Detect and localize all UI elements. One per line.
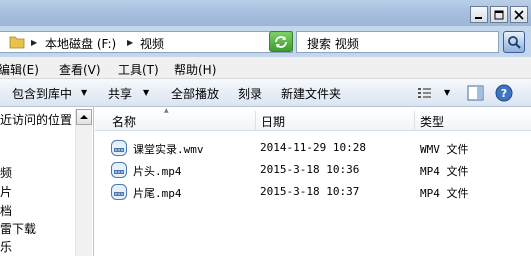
minimize-icon bbox=[475, 16, 482, 19]
column-header-type[interactable]: 类型 bbox=[420, 113, 444, 130]
search-input[interactable]: 搜索 视频 bbox=[296, 31, 499, 53]
include-in-library-button[interactable]: 包含到库中 bbox=[12, 85, 72, 102]
menu-bar: 编辑(E) 查看(V) 工具(T) 帮助(H) bbox=[0, 57, 531, 79]
file-name: 课堂实录.wmv bbox=[133, 143, 204, 156]
menu-tools[interactable]: 工具(T) bbox=[118, 61, 159, 78]
breadcrumb-folder[interactable]: 视频 bbox=[140, 35, 164, 52]
close-button[interactable] bbox=[510, 6, 528, 23]
nav-item-documents[interactable]: 档 bbox=[0, 202, 12, 219]
file-name: 片尾.mp4 bbox=[133, 187, 182, 200]
nav-item-videos[interactable]: 频 bbox=[0, 164, 12, 181]
column-divider[interactable] bbox=[414, 111, 415, 131]
file-type: WMV 文件 bbox=[420, 143, 469, 156]
nav-item-recent-places[interactable]: 近访问的位置 bbox=[0, 111, 72, 128]
window-controls bbox=[470, 6, 528, 23]
menu-help[interactable]: 帮助(H) bbox=[174, 61, 216, 78]
menu-edit[interactable]: 编辑(E) bbox=[0, 61, 39, 78]
chevron-down-icon[interactable]: ▼ bbox=[444, 88, 450, 97]
breadcrumb-separator-icon[interactable]: ▶ bbox=[31, 38, 37, 47]
svg-text:?: ? bbox=[501, 87, 507, 100]
sort-indicator-icon: ▲ bbox=[164, 107, 169, 114]
close-icon bbox=[514, 9, 524, 20]
maximize-button[interactable] bbox=[490, 6, 508, 23]
column-header-date[interactable]: 日期 bbox=[261, 113, 285, 130]
address-bar[interactable]: ▶ 本地磁盘 (F:) ▶ 视频 bbox=[0, 31, 293, 53]
search-placeholder: 搜索 视频 bbox=[307, 37, 359, 51]
video-file-icon bbox=[111, 140, 127, 156]
command-bar: 包含到库中 ▼ 共享 ▼ 全部播放 刻录 新建文件夹 ▼ ? bbox=[0, 79, 531, 107]
file-row[interactable]: 课堂实录.wmv 2014-11-29 10:28 WMV 文件 bbox=[95, 137, 531, 159]
preview-pane-icon[interactable] bbox=[467, 85, 484, 101]
chevron-down-icon[interactable]: ▼ bbox=[81, 88, 87, 97]
file-date: 2015-3-18 10:37 bbox=[260, 185, 360, 198]
nav-scrollbar[interactable] bbox=[75, 109, 92, 256]
burn-button[interactable]: 刻录 bbox=[238, 85, 262, 102]
help-icon[interactable]: ? bbox=[495, 84, 513, 102]
navigation-pane: 近访问的位置 频 片 档 雷下载 乐 bbox=[0, 107, 94, 256]
video-file-icon bbox=[111, 162, 127, 178]
column-headers: ▲ 名称 日期 类型 bbox=[95, 107, 531, 131]
refresh-button[interactable] bbox=[269, 31, 293, 52]
nav-item-music[interactable]: 乐 bbox=[0, 238, 12, 255]
search-button[interactable] bbox=[503, 31, 525, 53]
file-type: MP4 文件 bbox=[420, 187, 469, 200]
window-titlebar bbox=[0, 0, 531, 26]
nav-item-pictures[interactable]: 片 bbox=[0, 183, 12, 200]
folder-icon bbox=[9, 36, 25, 49]
maximize-icon bbox=[494, 10, 504, 19]
file-date: 2014-11-29 10:28 bbox=[260, 141, 366, 154]
chevron-down-icon[interactable]: ▼ bbox=[143, 88, 149, 97]
file-row[interactable]: 片头.mp4 2015-3-18 10:36 MP4 文件 bbox=[95, 159, 531, 181]
file-list: ▲ 名称 日期 类型 课堂实录.wmv 2014-11-29 10:28 WMV… bbox=[95, 107, 531, 256]
new-folder-button[interactable]: 新建文件夹 bbox=[281, 85, 341, 102]
menu-view[interactable]: 查看(V) bbox=[59, 61, 101, 78]
view-options-icon[interactable] bbox=[417, 86, 433, 100]
video-file-icon bbox=[111, 184, 127, 200]
file-type: MP4 文件 bbox=[420, 165, 469, 178]
share-button[interactable]: 共享 bbox=[108, 85, 132, 102]
file-row[interactable]: 片尾.mp4 2015-3-18 10:37 MP4 文件 bbox=[95, 181, 531, 203]
refresh-icon bbox=[275, 35, 287, 48]
search-icon bbox=[508, 36, 521, 49]
play-all-button[interactable]: 全部播放 bbox=[171, 85, 219, 102]
column-header-name[interactable]: 名称 bbox=[112, 113, 136, 130]
file-name: 片头.mp4 bbox=[133, 165, 182, 178]
breadcrumb-separator-icon[interactable]: ▶ bbox=[127, 38, 133, 47]
column-divider[interactable] bbox=[255, 111, 256, 131]
minimize-button[interactable] bbox=[470, 6, 488, 23]
breadcrumb-drive[interactable]: 本地磁盘 (F:) bbox=[45, 35, 116, 52]
file-date: 2015-3-18 10:36 bbox=[260, 163, 360, 176]
chevron-up-icon bbox=[80, 115, 88, 119]
scroll-up-button[interactable] bbox=[76, 109, 92, 125]
nav-item-thunder-downloads[interactable]: 雷下载 bbox=[0, 220, 36, 237]
